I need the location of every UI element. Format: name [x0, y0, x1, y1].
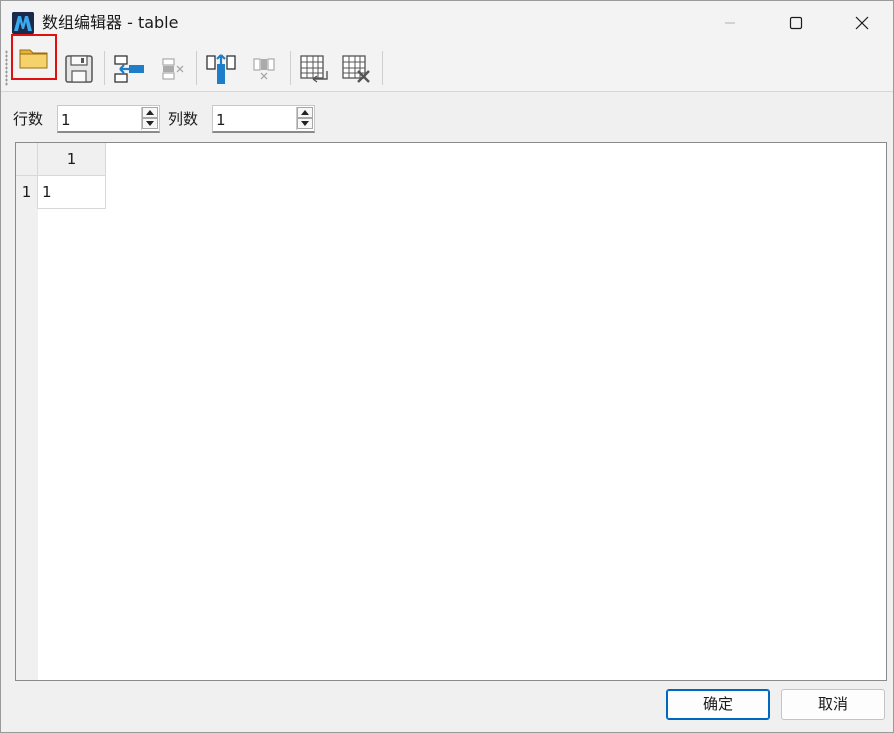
- row-header-column: [16, 143, 38, 680]
- delete-row-icon: [162, 58, 184, 80]
- ok-button[interactable]: 确定: [666, 689, 770, 720]
- data-grid[interactable]: 1 1 1: [15, 142, 887, 681]
- table-import-icon: [300, 55, 328, 83]
- insert-column-button[interactable]: [201, 49, 241, 89]
- close-button[interactable]: [829, 1, 894, 45]
- rows-increment-button[interactable]: [142, 107, 158, 118]
- open-button[interactable]: [11, 34, 57, 80]
- toolbar-separator: [382, 51, 383, 85]
- cancel-button[interactable]: 取消: [781, 689, 885, 720]
- insert-column-icon: [206, 54, 236, 84]
- columns-spinbox[interactable]: 1: [212, 105, 315, 133]
- columns-value[interactable]: 1: [216, 110, 226, 130]
- columns-decrement-button[interactable]: [297, 118, 313, 129]
- columns-spin-buttons: [296, 107, 313, 130]
- minimize-button[interactable]: [697, 1, 763, 45]
- title-bar[interactable]: 数组编辑器 - table: [1, 1, 893, 45]
- rows-spinbox[interactable]: 1: [57, 105, 160, 133]
- grid-cell[interactable]: 1: [38, 176, 106, 209]
- rows-spin-buttons: [141, 107, 158, 130]
- maximize-icon: [789, 16, 803, 30]
- arrow-up-icon: [146, 110, 154, 115]
- column-header[interactable]: 1: [38, 143, 106, 176]
- insert-row-button[interactable]: [109, 49, 149, 89]
- row-header[interactable]: 1: [16, 176, 38, 209]
- columns-label: 列数: [168, 110, 199, 128]
- table-clear-icon: [342, 55, 370, 83]
- toolbar-separator: [196, 51, 197, 85]
- save-button[interactable]: [59, 49, 99, 89]
- delete-row-button[interactable]: [151, 49, 191, 89]
- delete-column-icon: [253, 58, 275, 80]
- save-icon: [65, 55, 93, 83]
- rows-label: 行数: [13, 110, 44, 128]
- open-folder-icon: [19, 49, 48, 69]
- toolbar: [1, 34, 893, 92]
- app-logo-icon: [12, 12, 34, 34]
- rows-value[interactable]: 1: [61, 110, 71, 130]
- arrow-down-icon: [301, 121, 309, 126]
- table-import-button[interactable]: [295, 49, 335, 89]
- minimize-icon: [725, 22, 735, 24]
- window-title: 数组编辑器 - table: [42, 13, 179, 32]
- toolbar-grip[interactable]: [5, 50, 8, 86]
- arrow-down-icon: [146, 121, 154, 126]
- table-clear-button[interactable]: [337, 49, 377, 89]
- delete-column-button[interactable]: [244, 49, 284, 89]
- columns-increment-button[interactable]: [297, 107, 313, 118]
- dimension-controls: 行数 1 列数 1: [1, 101, 893, 135]
- select-all-corner[interactable]: [16, 143, 38, 176]
- arrow-up-icon: [301, 110, 309, 115]
- array-editor-window: 数组编辑器 - table 行数 1 列数 1 1 1 1 确定 取消: [0, 0, 894, 733]
- maximize-button[interactable]: [763, 1, 829, 45]
- rows-decrement-button[interactable]: [142, 118, 158, 129]
- close-icon: [855, 16, 869, 30]
- toolbar-separator: [290, 51, 291, 85]
- toolbar-separator: [104, 51, 105, 85]
- insert-row-icon: [114, 55, 144, 83]
